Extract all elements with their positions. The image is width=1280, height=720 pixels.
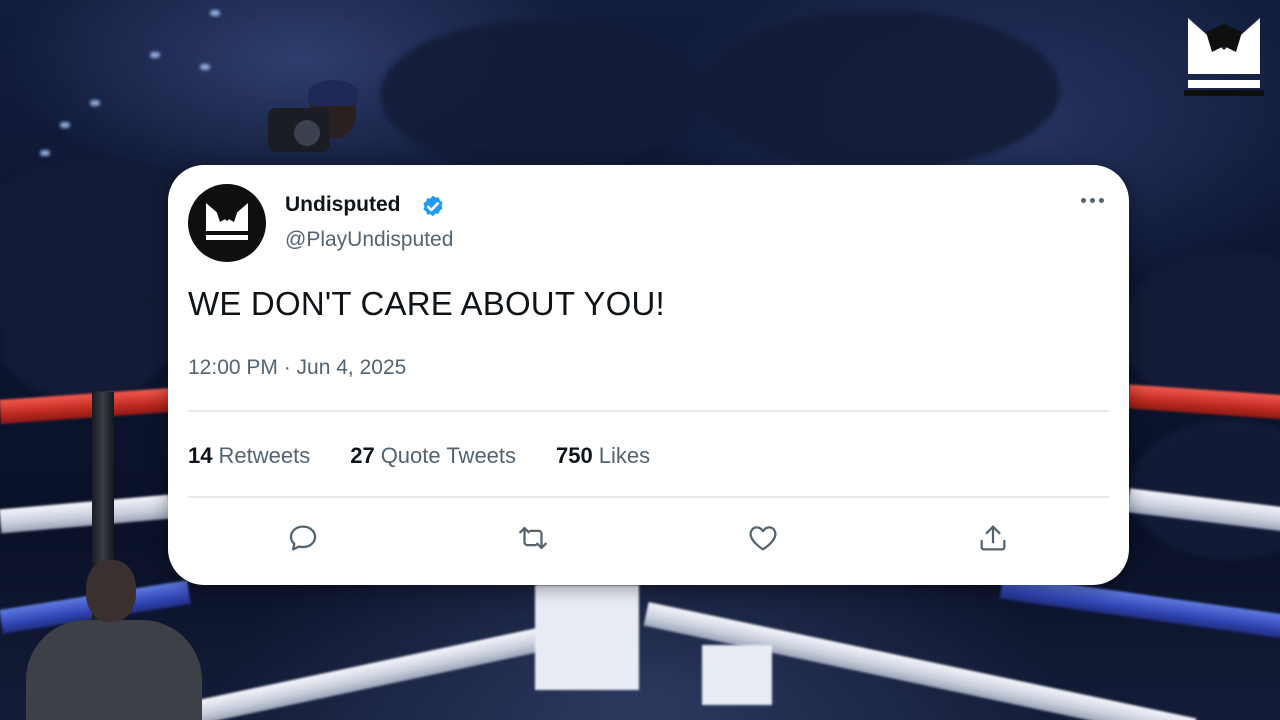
retweets-stat[interactable]: 14 Retweets [188, 443, 310, 469]
divider [188, 496, 1109, 498]
ringside-person [26, 560, 202, 720]
tweet-text: WE DON'T CARE ABOUT YOU! [188, 285, 665, 322]
divider [188, 410, 1109, 412]
user-handle[interactable]: @PlayUndisputed [285, 228, 453, 252]
verified-badge-icon [423, 195, 443, 217]
undisputed-logo-icon [1184, 16, 1264, 98]
share-icon[interactable] [972, 517, 1014, 559]
tweet-actions-bar [168, 517, 1129, 559]
tweet-card: Undisputed @PlayUndisputed WE DON'T CARE… [168, 165, 1129, 585]
retweet-icon[interactable] [512, 517, 554, 559]
like-icon[interactable] [742, 517, 784, 559]
engagement-stats: 14 Retweets 27 Quote Tweets 750 Likes [188, 443, 650, 469]
avatar[interactable] [188, 184, 266, 262]
tweet-timestamp[interactable]: 12:00 PM · Jun 4, 2025 [188, 356, 406, 380]
likes-stat[interactable]: 750 Likes [556, 443, 650, 469]
reply-icon[interactable] [282, 517, 324, 559]
cameraman-figure [268, 80, 368, 170]
display-name[interactable]: Undisputed [285, 193, 401, 217]
more-options-icon[interactable] [1074, 189, 1110, 211]
undisputed-avatar-icon [206, 203, 248, 240]
quote-tweets-stat[interactable]: 27 Quote Tweets [350, 443, 516, 469]
